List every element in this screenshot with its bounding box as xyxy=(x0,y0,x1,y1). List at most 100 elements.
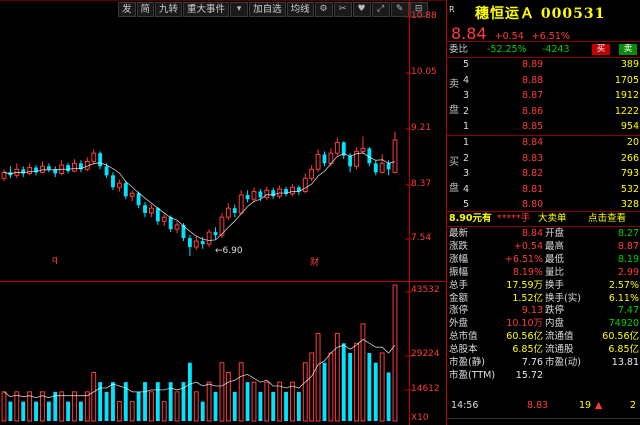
stat-value: 8.27 xyxy=(617,228,639,239)
event-marker-finance[interactable]: 财 xyxy=(310,255,319,268)
stats-row: 涨停 9.13 跌停 7.47 xyxy=(447,304,640,317)
buy-button[interactable]: 买 xyxy=(592,44,610,55)
toolbar-add-watchlist-button[interactable]: 加自选 xyxy=(249,2,286,17)
kline-chart-svg[interactable] xyxy=(0,0,445,425)
candle-body-up xyxy=(91,152,97,163)
bid-vol: 20 xyxy=(626,137,639,148)
stat-label: 涨幅 xyxy=(449,253,469,265)
bid-vol: 328 xyxy=(620,199,639,210)
candle-body-up xyxy=(225,207,231,218)
volume-bar-down xyxy=(232,391,237,421)
kline-chart-area[interactable]: 发简九转 重大事件 ▾ 加自选 均线 ⚙ ✂ ♥ ⤢ ✎ ⊟ 10.88 10.05 9.21 8.… xyxy=(0,0,445,425)
weibi-row: 委比 -52.25% -4243 买 卖 xyxy=(447,43,640,56)
volume-bar-down xyxy=(34,401,38,421)
bid-price: 8.83 xyxy=(522,152,544,164)
ask-level-row[interactable]: 5 8.89 389 xyxy=(447,58,640,71)
price-axis-label: 8.37 xyxy=(411,179,432,189)
stat-value: 74920 xyxy=(608,318,639,330)
weibi-pct: -52.25% xyxy=(487,44,527,55)
ask-level-row[interactable]: 3 8.87 1912 xyxy=(447,89,640,102)
toolbar-cut-icon[interactable]: ✂ xyxy=(333,2,352,17)
toolbar-draw-icon[interactable]: ✎ xyxy=(390,2,409,17)
volume-bar-up xyxy=(328,352,334,422)
price-axis-label: 9.21 xyxy=(411,123,432,133)
quote-panel: R 穗恒运Ａ 000531 8.84 +0.54 +6.51% 委比 -52.2… xyxy=(446,0,640,425)
stat-value: 6.85亿 xyxy=(608,344,639,356)
bid-level-row[interactable]: 5 8.80 328 xyxy=(447,198,640,211)
volume-bar-up xyxy=(129,401,135,422)
stat-label: 市盈(TTM) xyxy=(449,369,496,381)
bid-lvl: 3 xyxy=(463,168,470,179)
price-axis-label: 7.54 xyxy=(411,233,432,243)
stats-row: 金额 1.52亿 换手(实) 6.11% xyxy=(447,292,640,305)
volume-bar-up xyxy=(193,391,199,422)
buy-side-label: 买 xyxy=(449,157,459,168)
stock-title: 穗恒运Ａ 000531 xyxy=(475,6,606,22)
stat-label: 市盈(静) xyxy=(449,357,485,368)
bid-level-row[interactable]: 1 8.84 20 xyxy=(447,136,640,149)
candle-body-up xyxy=(116,182,122,188)
ask-vol: 389 xyxy=(620,59,639,70)
toolbar-favorite-icon[interactable]: ♥ xyxy=(352,2,371,17)
sell-side-label: 盘 xyxy=(449,105,459,116)
sell-button[interactable]: 卖 xyxy=(619,44,637,55)
stat-value: 15.72 xyxy=(515,369,543,381)
stat-value: 2.57% xyxy=(608,279,639,291)
ask-level-row[interactable]: 2 8.86 1222 xyxy=(447,105,640,118)
bid-lvl: 5 xyxy=(463,199,470,210)
event-marker-q[interactable]: q xyxy=(52,255,58,265)
candle-body-up xyxy=(174,224,180,230)
ad-text: 大卖单 xyxy=(538,213,567,224)
toolbar-dropdown-icon[interactable]: ▾ xyxy=(230,2,249,17)
volume-bar-up xyxy=(59,391,65,422)
toolbar-settings-icon[interactable]: ⚙ xyxy=(314,2,333,17)
stat-label: 总市值 xyxy=(449,331,478,343)
ad-view-link[interactable]: 点击查看 xyxy=(588,212,626,225)
bid-level-row[interactable]: 4 8.81 532 xyxy=(447,183,640,196)
candle-body-up xyxy=(193,240,199,248)
stat-label: 最新 xyxy=(449,228,469,239)
toolbar-moving-average-button[interactable]: 均线 xyxy=(286,2,314,17)
stats-row: 最新 8.84 开盘 8.27 xyxy=(447,227,640,240)
bid-level-row[interactable]: 3 8.82 793 xyxy=(447,167,640,180)
volume-bar-down xyxy=(111,382,115,421)
candle-body-down xyxy=(136,193,141,206)
bid-lvl: 1 xyxy=(463,137,470,148)
volume-bar-up xyxy=(225,371,231,422)
ask-price: 8.87 xyxy=(522,90,544,101)
stat-value: 17.59万 xyxy=(506,279,543,291)
candle-body-up xyxy=(309,168,315,179)
toolbar-fa-button[interactable]: 发 xyxy=(118,2,136,17)
stat-value: 7.76 xyxy=(521,357,543,368)
bid-lvl: 2 xyxy=(463,152,470,164)
volume-axis-label: X10 xyxy=(411,413,429,423)
volume-bar-down xyxy=(271,391,276,421)
volume-bar-down xyxy=(143,382,147,421)
ask-level-row[interactable]: 1 8.85 954 xyxy=(447,120,640,133)
volume-bar-up xyxy=(14,391,20,422)
bid-level-row[interactable]: 2 8.83 266 xyxy=(447,152,640,165)
tick-row: 14:56 8.83 19 ▲ 2 xyxy=(447,399,640,412)
volume-bar-down xyxy=(341,343,346,421)
stat-label: 跌停 xyxy=(545,305,565,317)
toolbar-major-events-button[interactable]: 重大事件 xyxy=(183,2,230,17)
candle-body-down xyxy=(104,166,109,176)
candle-body-down xyxy=(46,166,51,170)
candle-body-up xyxy=(379,162,385,173)
volume-bar-up xyxy=(354,342,359,422)
toolbar-nine-turn-button[interactable]: 九转 xyxy=(155,2,183,17)
candle-body-down xyxy=(200,241,205,245)
bid-price: 8.80 xyxy=(522,199,544,210)
volume-bar-up xyxy=(264,381,270,422)
stat-value: 60.56亿 xyxy=(506,331,543,343)
stat-value: 6.85亿 xyxy=(512,344,543,356)
ask-level-row[interactable]: 4 8.88 1705 xyxy=(447,74,640,87)
bid-vol: 532 xyxy=(620,183,639,195)
toolbar-expand-icon[interactable]: ⤢ xyxy=(371,2,390,17)
big-order-ad[interactable]: 8.90元有 *****手 大卖单 点击查看 xyxy=(447,212,640,225)
stats-row: 外盘 10.10万 内盘 74920 xyxy=(447,317,640,330)
stat-value: 8.19 xyxy=(617,253,639,265)
toolbar-simplified-button[interactable]: 简 xyxy=(136,2,155,17)
stat-label: 涨跌 xyxy=(449,240,469,252)
candle-body-down xyxy=(373,163,378,173)
